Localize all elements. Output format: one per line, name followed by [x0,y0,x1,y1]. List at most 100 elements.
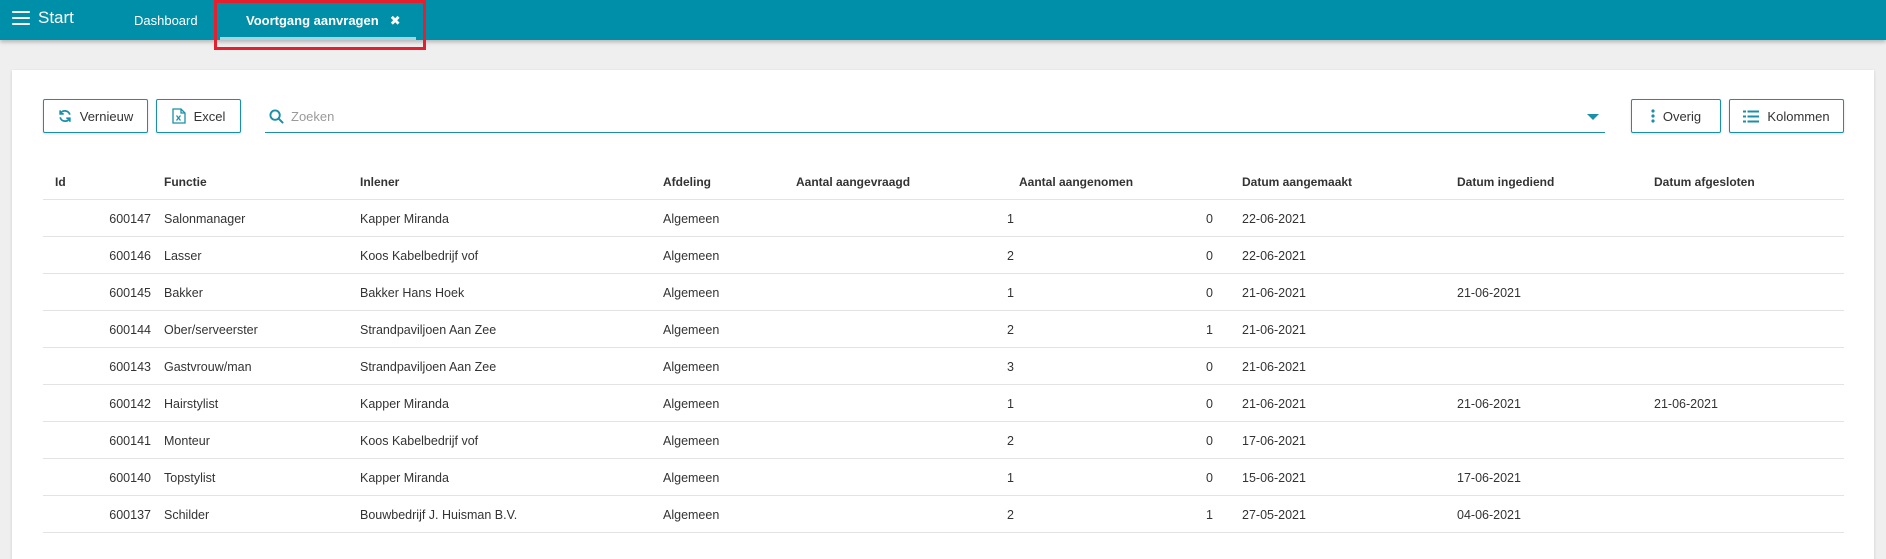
cell-functie: Monteur [164,434,210,448]
cell-datum-ingediend: 17-06-2021 [1457,471,1521,485]
cell-datum-afgesloten: 21-06-2021 [1654,397,1718,411]
cell-inlener: Bouwbedrijf J. Huisman B.V. [360,508,518,522]
column-header-aantal-aangenomen[interactable]: Aantal aangenomen [1019,175,1133,189]
cell-aantal-aangenomen: 1 [1206,323,1213,337]
column-header-datum-afgesloten[interactable]: Datum afgesloten [1654,175,1755,189]
table-row[interactable]: 600137 Schilder Bouwbedrijf J. Huisman B.V… [43,496,1844,533]
cell-id: 600145 [109,286,151,300]
cell-datum-aangemaakt: 22-06-2021 [1242,249,1306,263]
cell-aantal-aangenomen: 0 [1206,471,1213,485]
cell-functie: Topstylist [164,471,216,485]
tab-dashboard[interactable]: Dashboard [134,0,198,40]
column-header-functie[interactable]: Functie [164,175,207,189]
refresh-icon [59,109,71,123]
table-row[interactable]: 600143 Gastvrouw/man Strandpaviljoen Aan Z… [43,348,1844,385]
cell-datum-aangemaakt: 22-06-2021 [1242,212,1306,226]
cell-aantal-aangevraagd: 2 [1007,249,1014,263]
cell-aantal-aangevraagd: 1 [1007,286,1014,300]
cell-functie: Lasser [164,249,202,263]
content-card: Vernieuw Excel Overig Kolommen [12,70,1874,559]
cell-functie: Salonmanager [164,212,246,226]
column-header-id[interactable]: Id [55,175,66,189]
cell-aantal-aangevraagd: 2 [1007,434,1014,448]
cell-functie: Gastvrouw/man [164,360,252,374]
overig-button[interactable]: Overig [1631,99,1721,133]
cell-inlener: Kapper Miranda [360,471,449,485]
table-row[interactable]: 600141 Monteur Koos Kabelbedrijf vof Algeme… [43,422,1844,459]
table-row[interactable]: 600140 Topstylist Kapper Miranda Algemeen 1 0… [43,459,1844,496]
cell-inlener: Kapper Miranda [360,397,449,411]
cell-id: 600142 [109,397,151,411]
table-row[interactable]: 600142 Hairstylist Kapper Miranda Algemeen 1… [43,385,1844,422]
table-row[interactable]: 600146 Lasser Koos Kabelbedrijf vof Algemee… [43,237,1844,274]
chevron-down-icon[interactable] [1587,114,1599,120]
cell-aantal-aangevraagd: 2 [1007,323,1014,337]
start-link[interactable]: Start [38,8,74,28]
more-vertical-icon [1651,109,1655,123]
column-header-aantal-aangevraagd[interactable]: Aantal aangevraagd [796,175,910,189]
cell-datum-aangemaakt: 21-06-2021 [1242,286,1306,300]
excel-export-button[interactable]: Excel [156,99,241,133]
hamburger-menu-icon[interactable] [12,11,30,25]
table-header-row: Id Functie Inlener Afdeling Aantal aange… [43,166,1844,200]
cell-aantal-aangevraagd: 3 [1007,360,1014,374]
refresh-button-label: Vernieuw [79,108,134,124]
cell-afdeling: Algemeen [663,286,720,300]
cell-afdeling: Algemeen [663,397,720,411]
column-header-datum-aangemaakt[interactable]: Datum aangemaakt [1242,175,1352,189]
cell-id: 600141 [109,434,151,448]
cell-aantal-aangenomen: 0 [1206,434,1213,448]
cell-id: 600143 [109,360,151,374]
cell-afdeling: Algemeen [663,212,720,226]
top-navigation-bar: Start Dashboard Voortgang aanvragen ✖ [0,0,1886,40]
cell-id: 600140 [109,471,151,485]
cell-aantal-aangevraagd: 1 [1007,471,1014,485]
cell-aantal-aangenomen: 0 [1206,286,1213,300]
cell-datum-aangemaakt: 21-06-2021 [1242,323,1306,337]
cell-functie: Hairstylist [164,397,219,411]
cell-datum-aangemaakt: 17-06-2021 [1242,434,1306,448]
column-header-inlener[interactable]: Inlener [360,175,399,189]
requests-table: Id Functie Inlener Afdeling Aantal aange… [43,166,1844,533]
cell-aantal-aangenomen: 0 [1206,397,1213,411]
search-input[interactable] [291,106,1561,126]
cell-id: 600146 [109,249,151,263]
cell-aantal-aangenomen: 0 [1206,360,1213,374]
column-header-afdeling[interactable]: Afdeling [663,175,711,189]
cell-inlener: Koos Kabelbedrijf vof [360,249,479,263]
cell-functie: Bakker [164,286,203,300]
cell-datum-aangemaakt: 27-05-2021 [1242,508,1306,522]
kolommen-button-label: Kolommen [1767,108,1830,124]
cell-id: 600137 [109,508,151,522]
tab-voortgang-aanvragen[interactable]: Voortgang aanvragen ✖ [220,0,416,40]
kolommen-button[interactable]: Kolommen [1729,99,1844,133]
active-tab-indicator [220,37,416,40]
column-header-datum-ingediend[interactable]: Datum ingediend [1457,175,1554,189]
cell-aantal-aangenomen: 1 [1206,508,1213,522]
cell-inlener: Bakker Hans Hoek [360,286,465,300]
cell-afdeling: Algemeen [663,508,720,522]
cell-id: 600144 [109,323,151,337]
cell-afdeling: Algemeen [663,434,720,448]
cell-aantal-aangevraagd: 2 [1007,508,1014,522]
cell-inlener: Koos Kabelbedrijf vof [360,434,479,448]
cell-datum-aangemaakt: 21-06-2021 [1242,360,1306,374]
cell-datum-aangemaakt: 15-06-2021 [1242,471,1306,485]
table-row[interactable]: 600144 Ober/serveerster Strandpaviljoen Aa… [43,311,1844,348]
cell-datum-ingediend: 21-06-2021 [1457,286,1521,300]
close-tab-icon[interactable]: ✖ [390,14,401,27]
cell-functie: Schilder [164,508,210,522]
cell-aantal-aangevraagd: 1 [1007,212,1014,226]
refresh-button[interactable]: Vernieuw [43,99,148,133]
cell-datum-ingediend: 21-06-2021 [1457,397,1521,411]
cell-afdeling: Algemeen [663,249,720,263]
table-row[interactable]: 600145 Bakker Bakker Hans Hoek Algemeen 1 0 21… [43,274,1844,311]
table-row[interactable]: 600147 Salonmanager Kapper Miranda Algemeen… [43,200,1844,237]
cell-datum-aangemaakt: 21-06-2021 [1242,397,1306,411]
excel-file-icon [171,108,186,124]
search-icon [269,109,284,124]
cell-afdeling: Algemeen [663,323,720,337]
cell-afdeling: Algemeen [663,471,720,485]
search-bar[interactable] [265,100,1605,133]
cell-id: 600147 [109,212,151,226]
